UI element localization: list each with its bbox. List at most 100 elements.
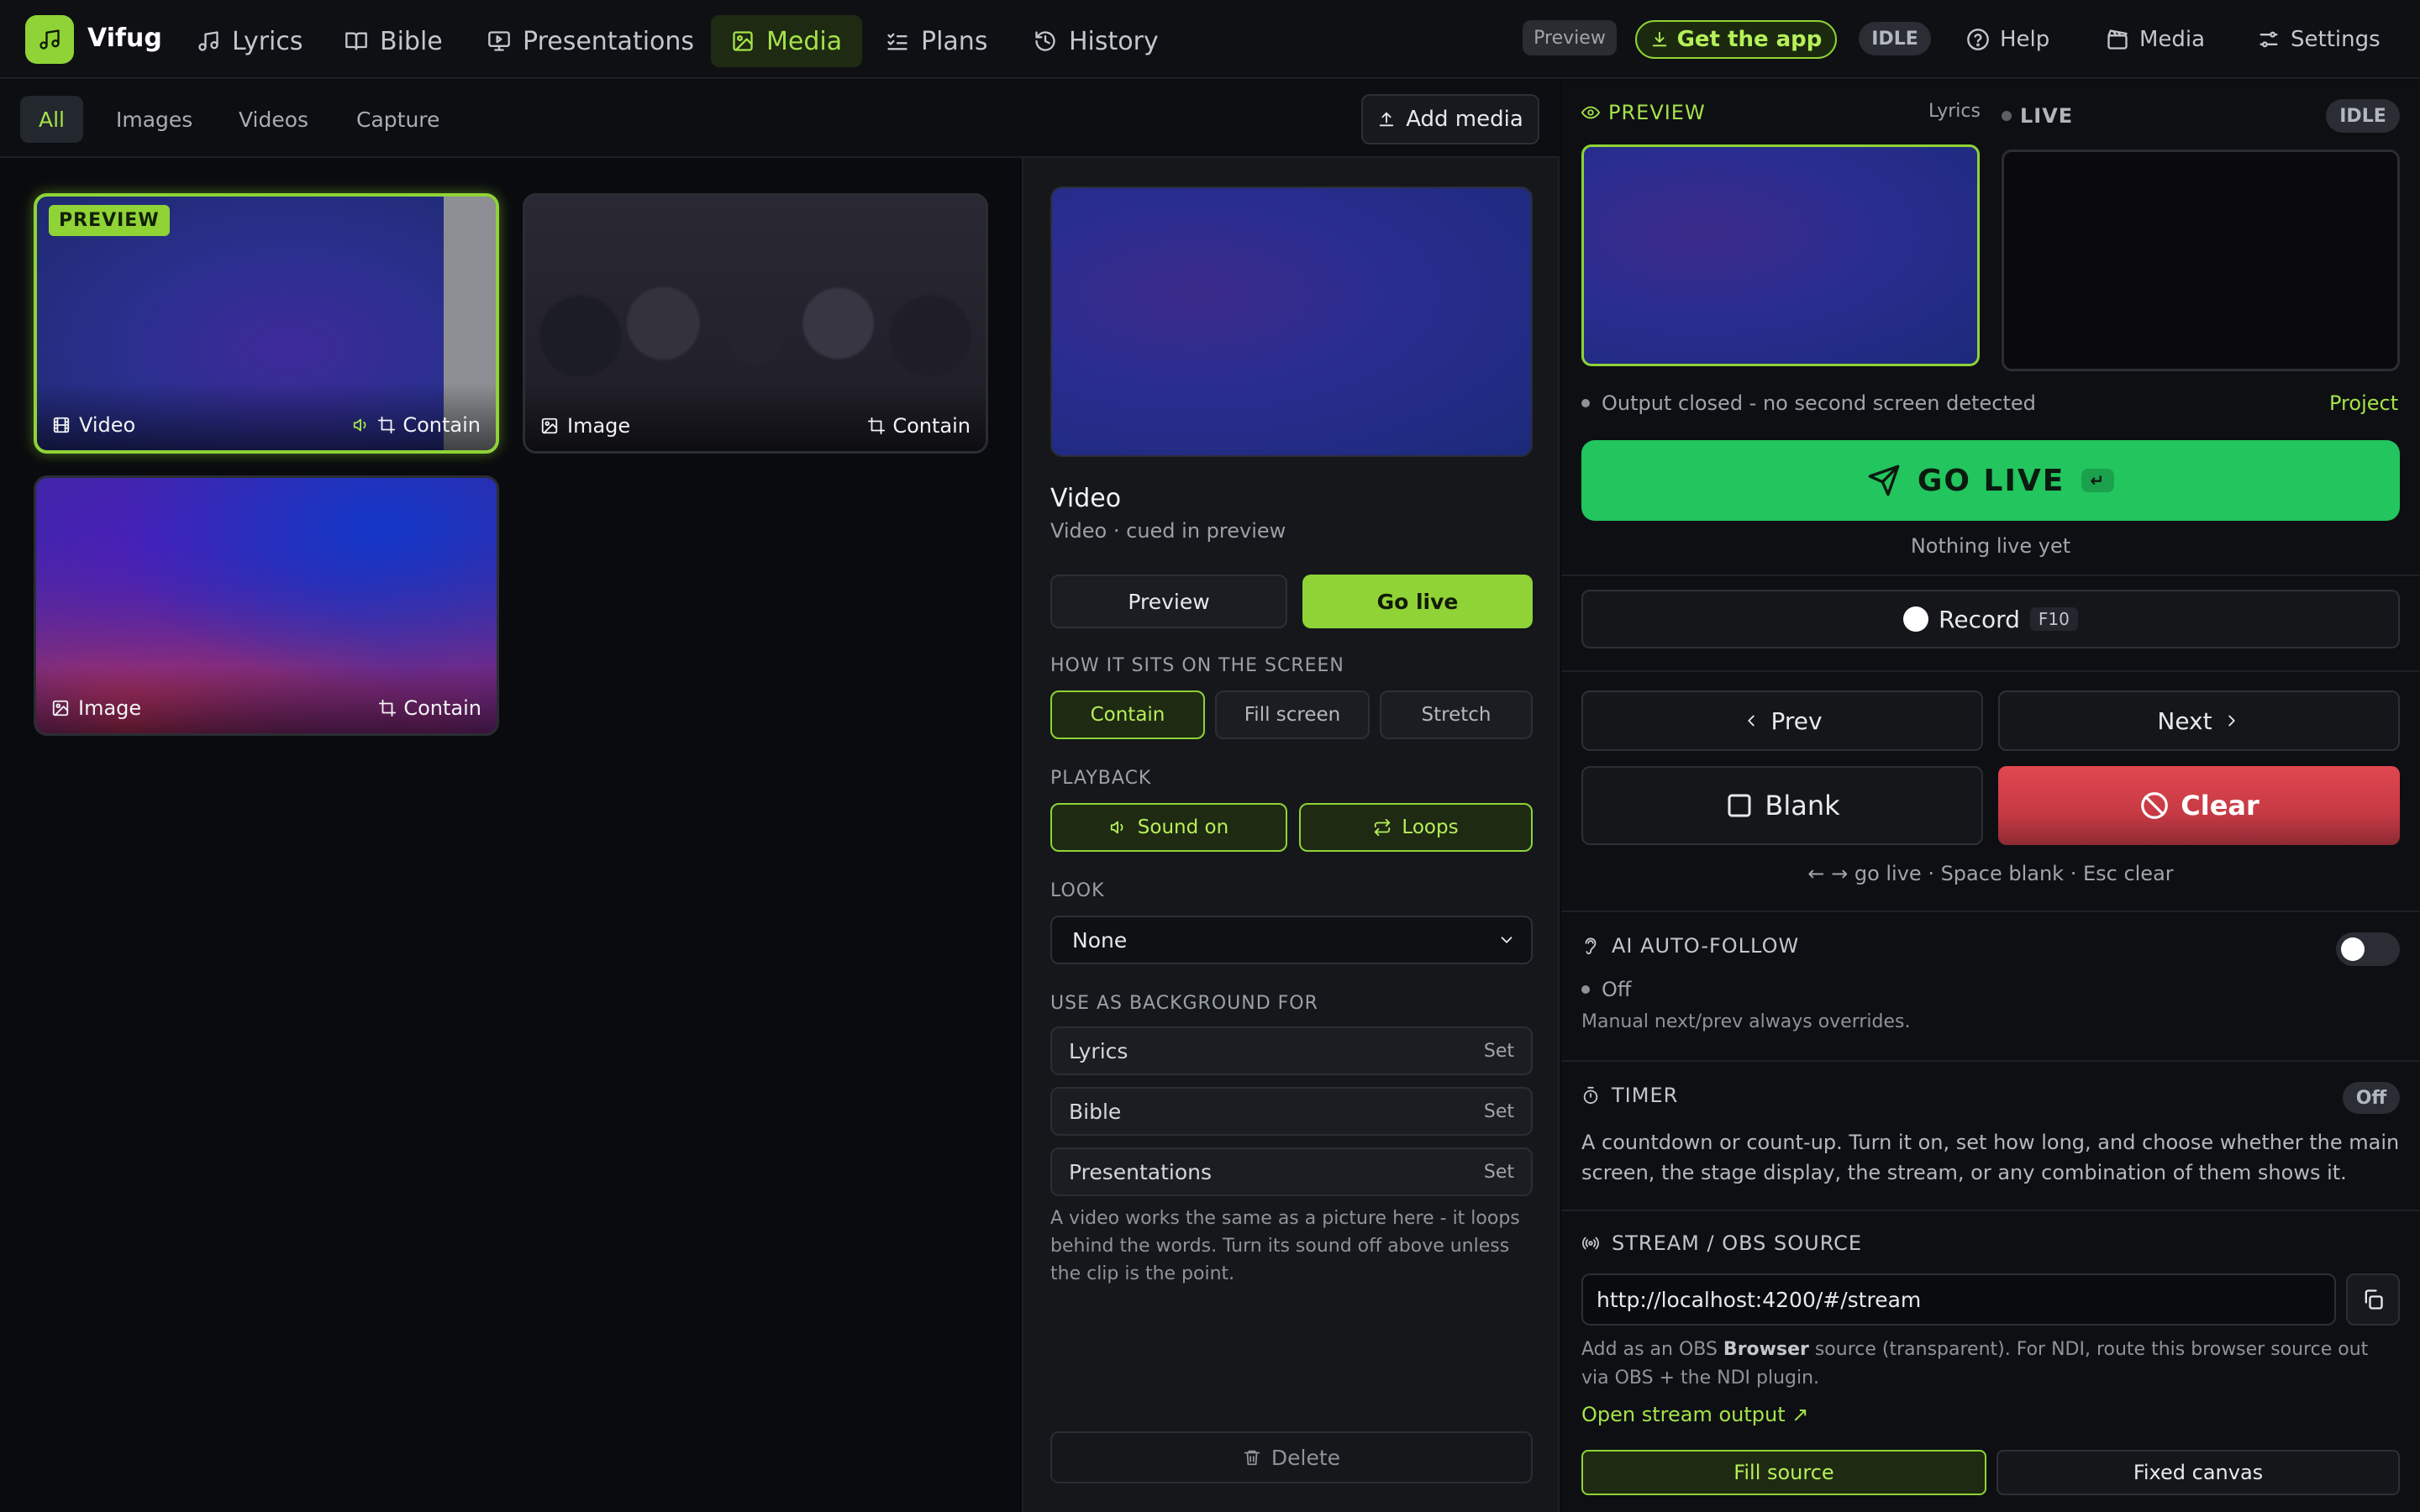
media-filter-bar: All Images Videos Capture <box>0 81 1560 158</box>
bg-set-presentations-button[interactable]: Set <box>1484 1162 1514 1183</box>
record-label: Record <box>1939 605 2020 633</box>
ear-icon <box>1585 937 1597 955</box>
chevron-down-icon <box>1501 937 1512 943</box>
next-button[interactable]: Next <box>1998 690 2400 751</box>
sound-label: Sound on <box>1137 816 1229 838</box>
filter-images[interactable]: Images <box>97 96 211 143</box>
fit-contain-button[interactable]: Contain <box>1050 690 1205 739</box>
preview-source: Lyrics <box>1928 101 1981 122</box>
stream-label: STREAM / OBS SOURCE <box>1612 1231 1863 1255</box>
prev-button[interactable]: Prev <box>1581 690 1983 751</box>
bg-row-lyrics: Lyrics Set <box>1050 1026 1533 1075</box>
go-live-main-button[interactable]: GO LIVE ↵ <box>1581 440 2400 521</box>
nav-bible[interactable]: Bible <box>324 15 463 67</box>
go-live-button[interactable]: Go live <box>1302 575 1533 628</box>
project-link[interactable]: Project <box>2329 391 2398 415</box>
media-fit-label: Contain <box>402 413 481 437</box>
autofollow-state: Off <box>1581 978 1631 1001</box>
nav-plans[interactable]: Plans <box>865 15 1007 67</box>
open-stream-link[interactable]: Open stream output ↗ <box>1581 1403 1808 1426</box>
delete-button[interactable]: Delete <box>1050 1431 1533 1483</box>
bg-row-bible: Bible Set <box>1050 1087 1533 1136</box>
nav-history-label: History <box>1069 26 1159 56</box>
media-fit: Contain <box>378 696 481 720</box>
live-header: LIVE <box>2002 104 2073 128</box>
nav-presentations[interactable]: Presentations <box>467 15 714 67</box>
get-app-button[interactable]: Get the app <box>1635 20 1837 59</box>
nav-history[interactable]: History <box>1013 15 1179 67</box>
nav-media[interactable]: Media <box>711 15 863 67</box>
media-fit-label: Contain <box>403 696 481 720</box>
live-dot <box>2002 111 2012 121</box>
filter-videos[interactable]: Videos <box>220 96 327 143</box>
timer-toggle[interactable]: Off <box>2343 1082 2400 1114</box>
crop-icon <box>378 416 396 434</box>
media-card-video[interactable]: PREVIEW Video Contain <box>34 193 499 454</box>
sound-toggle-button[interactable]: Sound on <box>1050 803 1287 852</box>
output-status: Output closed - no second screen detecte… <box>1581 391 2036 415</box>
stream-url-field[interactable]: http://localhost:4200/#/stream <box>1581 1273 2336 1326</box>
go-live-shortcut: ↵ <box>2081 469 2115 492</box>
timer-label: TIMER <box>1612 1084 1679 1107</box>
repeat-icon <box>1375 818 1391 837</box>
media-button[interactable]: Media <box>2106 20 2205 59</box>
autofollow-header: AI AUTO-FOLLOW <box>1581 934 1799 958</box>
detail-note: A video works the same as a picture here… <box>1050 1208 1520 1284</box>
send-icon <box>1868 465 1900 496</box>
bg-set-lyrics-button[interactable]: Set <box>1484 1041 1514 1062</box>
preview-monitor[interactable] <box>1581 144 1980 366</box>
square-icon <box>1728 794 1751 817</box>
nav-bible-label: Bible <box>380 26 443 56</box>
image-icon <box>541 417 558 434</box>
autofollow-toggle[interactable] <box>2336 932 2400 966</box>
trash-icon <box>1244 1450 1260 1466</box>
output-control-column: PREVIEW Lyrics LIVE IDLE Output closed -… <box>1561 81 2420 1512</box>
add-media-label: Add media <box>1406 107 1523 132</box>
get-app-label: Get the app <box>1676 27 1823 52</box>
go-live-label: GO LIVE <box>1917 463 2065 498</box>
stream-header: STREAM / OBS SOURCE <box>1581 1231 1862 1255</box>
nav-presentations-label: Presentations <box>523 26 695 56</box>
preview-label: PREVIEW <box>1608 101 1706 124</box>
clear-button[interactable]: Clear <box>1998 766 2400 845</box>
preview-header: PREVIEW <box>1581 101 1706 124</box>
app-logo[interactable] <box>25 15 74 64</box>
loops-toggle-button[interactable]: Loops <box>1299 803 1533 852</box>
clapperboard-icon <box>2107 29 2128 50</box>
playback-section-label: PLAYBACK <box>1050 768 1152 789</box>
blank-label: Blank <box>1765 790 1840 822</box>
checklist-icon <box>887 33 908 50</box>
live-monitor[interactable] <box>2002 150 2400 371</box>
look-select[interactable]: None <box>1050 916 1533 964</box>
settings-label: Settings <box>2291 27 2381 52</box>
preview-button[interactable]: Preview <box>1050 575 1287 628</box>
copy-url-button[interactable] <box>2346 1273 2400 1326</box>
add-media-button[interactable]: Add media <box>1361 94 1539 144</box>
nav-lyrics[interactable]: Lyrics <box>176 15 324 67</box>
app-name: Vifug <box>87 24 162 53</box>
record-shortcut: F10 <box>2029 607 2078 631</box>
stream-note: Add as an OBS Browser source (transparen… <box>1581 1339 2369 1389</box>
bg-set-bible-button[interactable]: Set <box>1484 1101 1514 1122</box>
media-card-image-2[interactable]: Image Contain <box>34 475 499 736</box>
media-fit-label: Contain <box>892 414 971 438</box>
fit-fill-screen-button[interactable]: Fill screen <box>1215 690 1370 739</box>
media-detail-panel: Video Video · cued in preview Preview Go… <box>1022 158 1560 1512</box>
history-icon <box>1035 31 1055 51</box>
blank-button[interactable]: Blank <box>1581 766 1983 845</box>
record-button[interactable]: Record F10 <box>1581 590 2400 648</box>
filter-all[interactable]: All <box>20 96 83 143</box>
detail-title: Video <box>1050 484 1122 513</box>
filter-capture[interactable]: Capture <box>338 96 458 143</box>
fill-source-button[interactable]: Fill source <box>1581 1450 1986 1495</box>
clear-label: Clear <box>2181 790 2260 822</box>
autofollow-dot <box>1581 985 1590 994</box>
shortcut-hint: ← → go live · Space blank · Esc clear <box>1807 862 2174 885</box>
help-button[interactable]: Help <box>1966 20 2049 59</box>
fit-stretch-button[interactable]: Stretch <box>1380 690 1533 739</box>
fixed-canvas-button[interactable]: Fixed canvas <box>1996 1450 2400 1495</box>
media-card-image-1[interactable]: Image Contain <box>523 193 988 454</box>
settings-button[interactable]: Settings <box>2257 20 2381 59</box>
ban-icon <box>2141 792 2169 819</box>
look-section-label: LOOK <box>1050 880 1105 901</box>
